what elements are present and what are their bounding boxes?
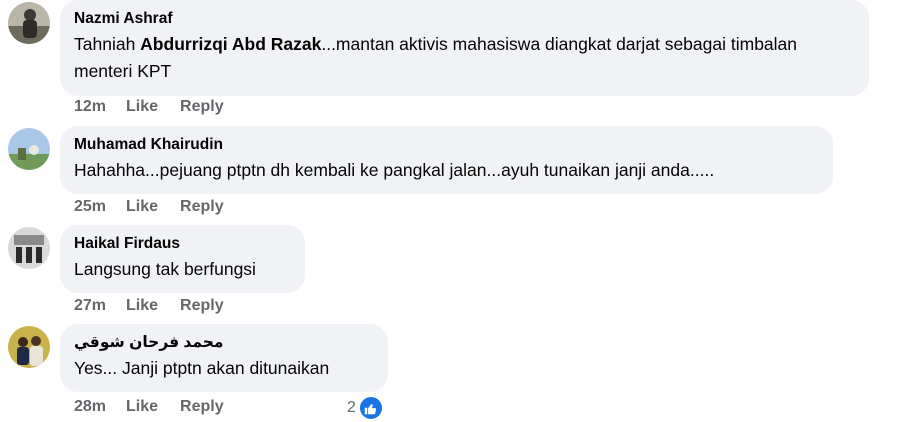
avatar[interactable]: [8, 128, 50, 170]
comment-actions: 28m Like Reply: [74, 398, 246, 416]
comment-bubble: Nazmi Ashraf Tahniah Abdurrizqi Abd Raza…: [60, 0, 869, 96]
avatar[interactable]: [8, 2, 50, 44]
reaction-count: 2: [347, 399, 356, 416]
reaction-summary[interactable]: 2: [347, 395, 384, 421]
comment-author[interactable]: محمد فرحان شوقي: [74, 333, 374, 353]
reply-button[interactable]: Reply: [180, 398, 224, 416]
reply-button[interactable]: Reply: [180, 98, 224, 116]
like-button[interactable]: Like: [126, 297, 158, 315]
reply-button[interactable]: Reply: [180, 198, 224, 216]
comment-author[interactable]: Haikal Firdaus: [74, 234, 291, 254]
reply-button[interactable]: Reply: [180, 297, 224, 315]
comment-text: Tahniah Abdurrizqi Abd Razak...mantan ak…: [74, 34, 798, 81]
comment-timestamp[interactable]: 12m: [74, 98, 106, 116]
comment-text: Yes... Janji ptptn akan ditunaikan: [74, 358, 330, 378]
avatar[interactable]: [8, 326, 50, 368]
comment-text: Langsung tak berfungsi: [74, 259, 256, 279]
comment-timestamp[interactable]: 25m: [74, 198, 106, 216]
comment-actions: 12m Like Reply: [74, 98, 246, 116]
like-button[interactable]: Like: [126, 98, 158, 116]
thumbs-up-icon: [357, 395, 384, 421]
comment-timestamp[interactable]: 28m: [74, 398, 106, 416]
mention-link[interactable]: Abdurrizqi Abd Razak: [140, 34, 321, 54]
comment-bubble: Muhamad Khairudin Hahahha...pejuang ptpt…: [60, 126, 833, 194]
avatar[interactable]: [8, 227, 50, 269]
like-button[interactable]: Like: [126, 398, 158, 416]
like-button[interactable]: Like: [126, 198, 158, 216]
comment-author[interactable]: Nazmi Ashraf: [74, 9, 855, 29]
comment-actions: 25m Like Reply: [74, 198, 246, 216]
comment-timestamp[interactable]: 27m: [74, 297, 106, 315]
comment-actions: 27m Like Reply: [74, 297, 246, 315]
comment-text: Hahahha...pejuang ptptn dh kembali ke pa…: [74, 160, 715, 180]
comment-bubble: محمد فرحان شوقي Yes... Janji ptptn akan …: [60, 324, 388, 392]
comment-bubble: Haikal Firdaus Langsung tak berfungsi: [60, 225, 305, 293]
comment-author[interactable]: Muhamad Khairudin: [74, 135, 819, 155]
